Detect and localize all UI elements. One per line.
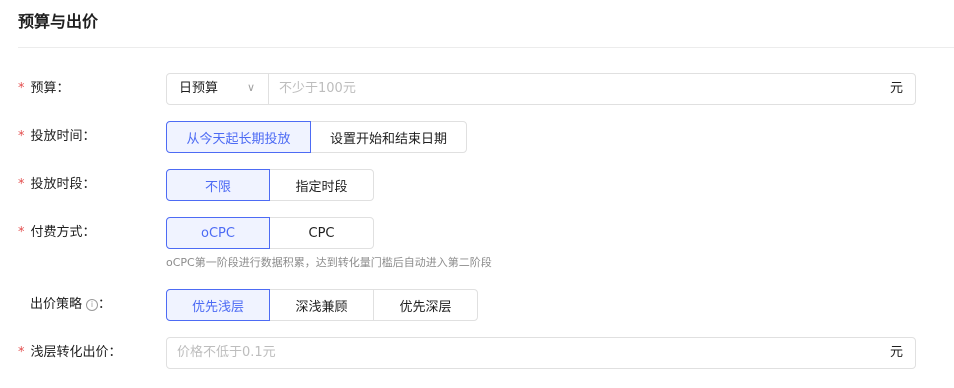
schedule-period-label-text: 投放时段： (30, 177, 96, 192)
payment-option-ocpc[interactable]: oCPC (166, 217, 270, 249)
payment-option-cpc[interactable]: CPC (269, 217, 374, 249)
required-mark: * (18, 177, 25, 192)
schedule-time-label-text: 投放时间： (30, 129, 96, 144)
budget-amount-input[interactable]: 不少于100元 (269, 74, 875, 104)
payment-method-label-text: 付费方式： (30, 225, 96, 240)
budget-type-select[interactable]: 日预算 ∨ (167, 74, 269, 104)
budget-label: * 预算： (18, 79, 70, 99)
schedule-period-label: * 投放时段： (18, 175, 96, 195)
payment-method-segmented: oCPC CPC (166, 217, 374, 249)
schedule-period-segmented: 不限 指定时段 (166, 169, 374, 201)
budget-input-group: 日预算 ∨ 不少于100元 元 (166, 73, 916, 105)
shallow-bid-input-group: 价格不低于0.1元 元 (166, 337, 916, 369)
required-mark: * (18, 81, 25, 96)
shallow-bid-unit-suffix: 元 (889, 345, 903, 360)
schedule-time-segmented: 从今天起长期投放 设置开始和结束日期 (166, 121, 467, 153)
schedule-period-option-unlimited[interactable]: 不限 (166, 169, 270, 201)
shallow-bid-label-text: 浅层转化出价： (30, 345, 122, 360)
schedule-time-option-long-term[interactable]: 从今天起长期投放 (166, 121, 311, 153)
budget-type-value: 日预算 (179, 81, 219, 96)
required-mark: * (18, 129, 25, 144)
budget-unit-suffix: 元 (889, 81, 903, 96)
section-divider (18, 47, 954, 48)
bid-strategy-label-text: 出价策略 (30, 297, 83, 312)
payment-hint: oCPC第一阶段进行数据积累，达到转化量门槛后自动进入第二阶段 (166, 256, 492, 269)
payment-method-label: * 付费方式： (18, 223, 96, 243)
info-icon[interactable]: i (86, 299, 99, 311)
budget-amount-placeholder: 不少于100元 (279, 81, 356, 96)
shallow-bid-input[interactable]: 价格不低于0.1元 (167, 338, 875, 368)
section-title: 预算与出价 (18, 12, 99, 31)
shallow-bid-label: * 浅层转化出价： (18, 343, 122, 363)
bid-strategy-colon: ： (98, 297, 112, 312)
required-mark: * (18, 225, 25, 240)
chevron-down-icon: ∨ (247, 81, 256, 94)
schedule-time-label: * 投放时间： (18, 127, 96, 147)
bid-strategy-option-deep[interactable]: 优先深层 (373, 289, 478, 321)
bid-strategy-option-balanced[interactable]: 深浅兼顾 (269, 289, 374, 321)
required-mark: * (18, 345, 25, 360)
schedule-time-option-date-range[interactable]: 设置开始和结束日期 (310, 121, 467, 153)
bid-strategy-option-shallow[interactable]: 优先浅层 (166, 289, 270, 321)
budget-label-text: 预算： (30, 81, 70, 96)
bid-strategy-label: 出价策略 i： (30, 295, 111, 315)
schedule-period-option-specific[interactable]: 指定时段 (269, 169, 374, 201)
bid-strategy-segmented: 优先浅层 深浅兼顾 优先深层 (166, 289, 478, 321)
shallow-bid-placeholder: 价格不低于0.1元 (177, 345, 276, 360)
